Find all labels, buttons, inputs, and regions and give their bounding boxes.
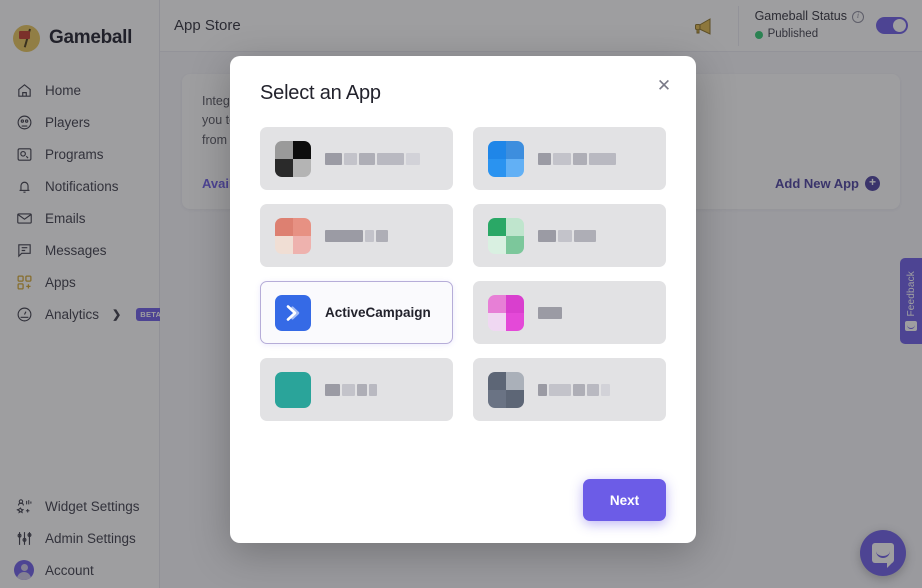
app-logo-redacted	[275, 217, 311, 254]
mosaic-block	[293, 217, 311, 236]
mosaic-block	[275, 140, 293, 159]
app-name-label: ActiveCampaign	[325, 305, 431, 320]
app-card[interactable]	[473, 281, 666, 344]
mosaic-block	[488, 294, 506, 313]
app-card[interactable]	[260, 127, 453, 190]
mosaic-block	[293, 371, 311, 390]
mosaic-block	[488, 158, 506, 177]
mosaic-block	[506, 389, 524, 408]
mosaic-block	[275, 158, 293, 177]
mosaic-block	[488, 235, 506, 254]
mosaic-block	[293, 389, 311, 408]
modal-footer: Next	[230, 479, 696, 521]
app-logo-redacted	[488, 371, 524, 408]
mosaic-block	[275, 371, 293, 390]
mosaic-block	[506, 294, 524, 313]
app-card[interactable]	[260, 358, 453, 421]
activecampaign-chevron-icon	[275, 294, 311, 331]
app-logo-redacted	[488, 140, 524, 177]
mosaic-block	[506, 312, 524, 331]
mosaic-block	[488, 217, 506, 236]
app-card-selected[interactable]: ActiveCampaign	[260, 281, 453, 344]
app-logo-redacted	[275, 371, 311, 408]
app-name-redacted	[325, 383, 377, 396]
app-card[interactable]	[260, 204, 453, 267]
mosaic-block	[293, 235, 311, 254]
app-name-redacted	[538, 152, 616, 165]
mosaic-block	[506, 158, 524, 177]
next-button[interactable]: Next	[583, 479, 666, 521]
app-name-redacted	[325, 152, 420, 165]
mosaic-block	[275, 235, 293, 254]
app-logo-redacted	[488, 294, 524, 331]
mosaic-block	[275, 389, 293, 408]
app-card[interactable]	[473, 358, 666, 421]
mosaic-block	[488, 389, 506, 408]
mosaic-block	[506, 235, 524, 254]
mosaic-block	[488, 140, 506, 159]
close-icon[interactable]: ✕	[654, 76, 674, 96]
modal-title: Select an App	[260, 82, 381, 104]
app-card[interactable]	[473, 127, 666, 190]
app-logo-redacted	[275, 140, 311, 177]
mosaic-block	[506, 371, 524, 390]
mosaic-block	[293, 140, 311, 159]
app-name-redacted	[538, 229, 596, 242]
app-root: Gameball Home Players Programs Notificat…	[0, 0, 922, 588]
app-grid: ActiveCampaign	[260, 127, 666, 421]
mosaic-block	[488, 312, 506, 331]
mosaic-block	[275, 217, 293, 236]
mosaic-block	[506, 140, 524, 159]
app-logo-redacted	[488, 217, 524, 254]
select-app-modal: Select an App ✕ ActiveCampaign Next	[230, 56, 696, 543]
app-name-redacted	[538, 306, 562, 319]
mosaic-block	[506, 217, 524, 236]
mosaic-block	[293, 158, 311, 177]
mosaic-block	[488, 371, 506, 390]
app-card[interactable]	[473, 204, 666, 267]
app-name-redacted	[538, 383, 610, 396]
app-name-redacted	[325, 229, 388, 242]
